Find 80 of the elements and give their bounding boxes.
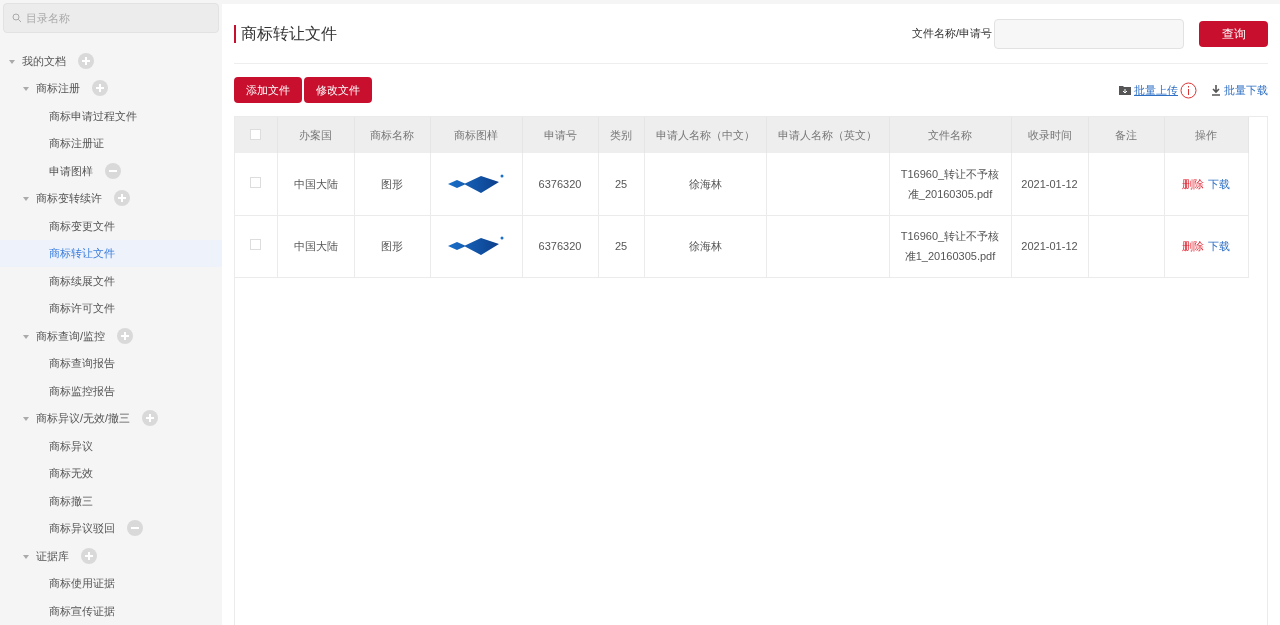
table-cell: 6376320 (522, 215, 598, 277)
tree-item[interactable]: 商标异议 (49, 437, 93, 454)
tree-item[interactable]: 商标注册 (36, 80, 80, 97)
checkbox[interactable] (250, 176, 262, 188)
caret-icon[interactable] (22, 414, 30, 423)
query-button[interactable]: 查询 (1199, 20, 1268, 47)
add-icon[interactable] (92, 80, 108, 97)
remove-icon[interactable] (127, 520, 143, 537)
tree-item[interactable]: 商标注册证 (49, 135, 104, 152)
add-icon[interactable] (81, 547, 97, 564)
checkbox[interactable] (250, 238, 262, 250)
tree-item[interactable]: 我的文档 (22, 52, 66, 69)
search-icon (12, 13, 22, 23)
search-input[interactable] (994, 18, 1184, 49)
table-cell: 6376320 (522, 153, 598, 215)
checkbox[interactable] (250, 129, 262, 140)
tree-item[interactable]: 商标无效 (49, 465, 93, 482)
toolbar-button[interactable]: 添加文件 (234, 77, 302, 103)
title-marker (234, 24, 236, 43)
page-title: 商标转让文件 (241, 23, 337, 44)
column-header: 操作 (1164, 117, 1248, 153)
download-link[interactable]: 下载 (1207, 239, 1230, 252)
tree-item[interactable]: 商标监控报告 (49, 382, 115, 399)
delete-link[interactable]: 删除 (1182, 239, 1205, 252)
fish-logo (447, 235, 505, 257)
table-cell: 中国大陆 (277, 153, 354, 215)
search-label: 文件名称/申请号 (911, 26, 992, 42)
tree-item[interactable]: 商标使用证据 (49, 575, 115, 592)
table-cell: T16960_转让不予核准1_20160305.pdf (889, 215, 1011, 277)
caret-icon[interactable] (22, 84, 30, 93)
table-cell: 图形 (354, 153, 430, 215)
batch-upload-link[interactable]: 批量上传 (1134, 81, 1178, 99)
column-header: 申请号 (522, 117, 598, 153)
tree-item[interactable]: 商标变更文件 (49, 217, 115, 234)
column-header: 申请人名称（中文） (644, 117, 766, 153)
table-cell: T16960_转让不予核准_20160305.pdf (889, 153, 1011, 215)
download-icon (1211, 84, 1221, 96)
table-cell: 25 (598, 153, 644, 215)
column-header: 收录时间 (1011, 117, 1088, 153)
tree-item[interactable]: 商标查询报告 (49, 355, 115, 372)
column-header: 类别 (598, 117, 644, 153)
tree-item[interactable]: 商标异议驳回 (49, 520, 115, 537)
table-cell: 2021-01-12 (1011, 153, 1088, 215)
batch-download-link[interactable]: 批量下载 (1224, 81, 1268, 99)
tree-item[interactable]: 商标许可文件 (49, 300, 115, 317)
tree-item[interactable]: 商标查询/监控 (36, 327, 106, 344)
delete-link[interactable]: 删除 (1182, 177, 1205, 190)
add-icon[interactable] (142, 410, 159, 427)
tree-item[interactable]: 商标转让文件 (49, 245, 115, 262)
table-cell: 中国大陆 (277, 215, 354, 277)
table-cell: 徐海林 (644, 215, 766, 277)
tree-item[interactable]: 申请图样 (49, 162, 93, 179)
column-header: 申请人名称（英文） (766, 117, 889, 153)
tree-item[interactable]: 商标续展文件 (49, 272, 115, 289)
tree-item[interactable]: 商标撤三 (49, 492, 93, 509)
column-header: 办案国 (277, 117, 354, 153)
column-header: 备注 (1088, 117, 1164, 153)
info-icon[interactable] (1180, 81, 1197, 99)
remove-icon[interactable] (105, 162, 121, 179)
toolbar-button[interactable]: 修改文件 (304, 77, 372, 103)
folder-icon (1119, 85, 1131, 95)
table-cell: 2021-01-12 (1011, 215, 1088, 277)
tree-item[interactable]: 商标变转续许 (36, 190, 102, 207)
add-icon[interactable] (78, 52, 94, 69)
table-cell: 徐海林 (644, 153, 766, 215)
add-icon[interactable] (114, 190, 130, 207)
tree-item[interactable]: 证据库 (36, 547, 69, 564)
table-cell: 图形 (354, 215, 430, 277)
column-header: 文件名称 (889, 117, 1011, 153)
column-header: 商标图样 (430, 117, 522, 153)
add-icon[interactable] (117, 327, 134, 344)
tree-item[interactable]: 商标宣传证据 (49, 602, 115, 619)
tree-item[interactable]: 商标申请过程文件 (49, 107, 137, 124)
column-header: 商标名称 (354, 117, 430, 153)
fish-logo (447, 172, 505, 195)
tree-item[interactable]: 商标异议/无效/撤三 (36, 410, 131, 427)
caret-icon[interactable] (22, 194, 30, 203)
table-cell: 25 (598, 215, 644, 277)
download-link[interactable]: 下载 (1207, 177, 1230, 190)
search-field[interactable]: 目录名称 (3, 3, 219, 33)
